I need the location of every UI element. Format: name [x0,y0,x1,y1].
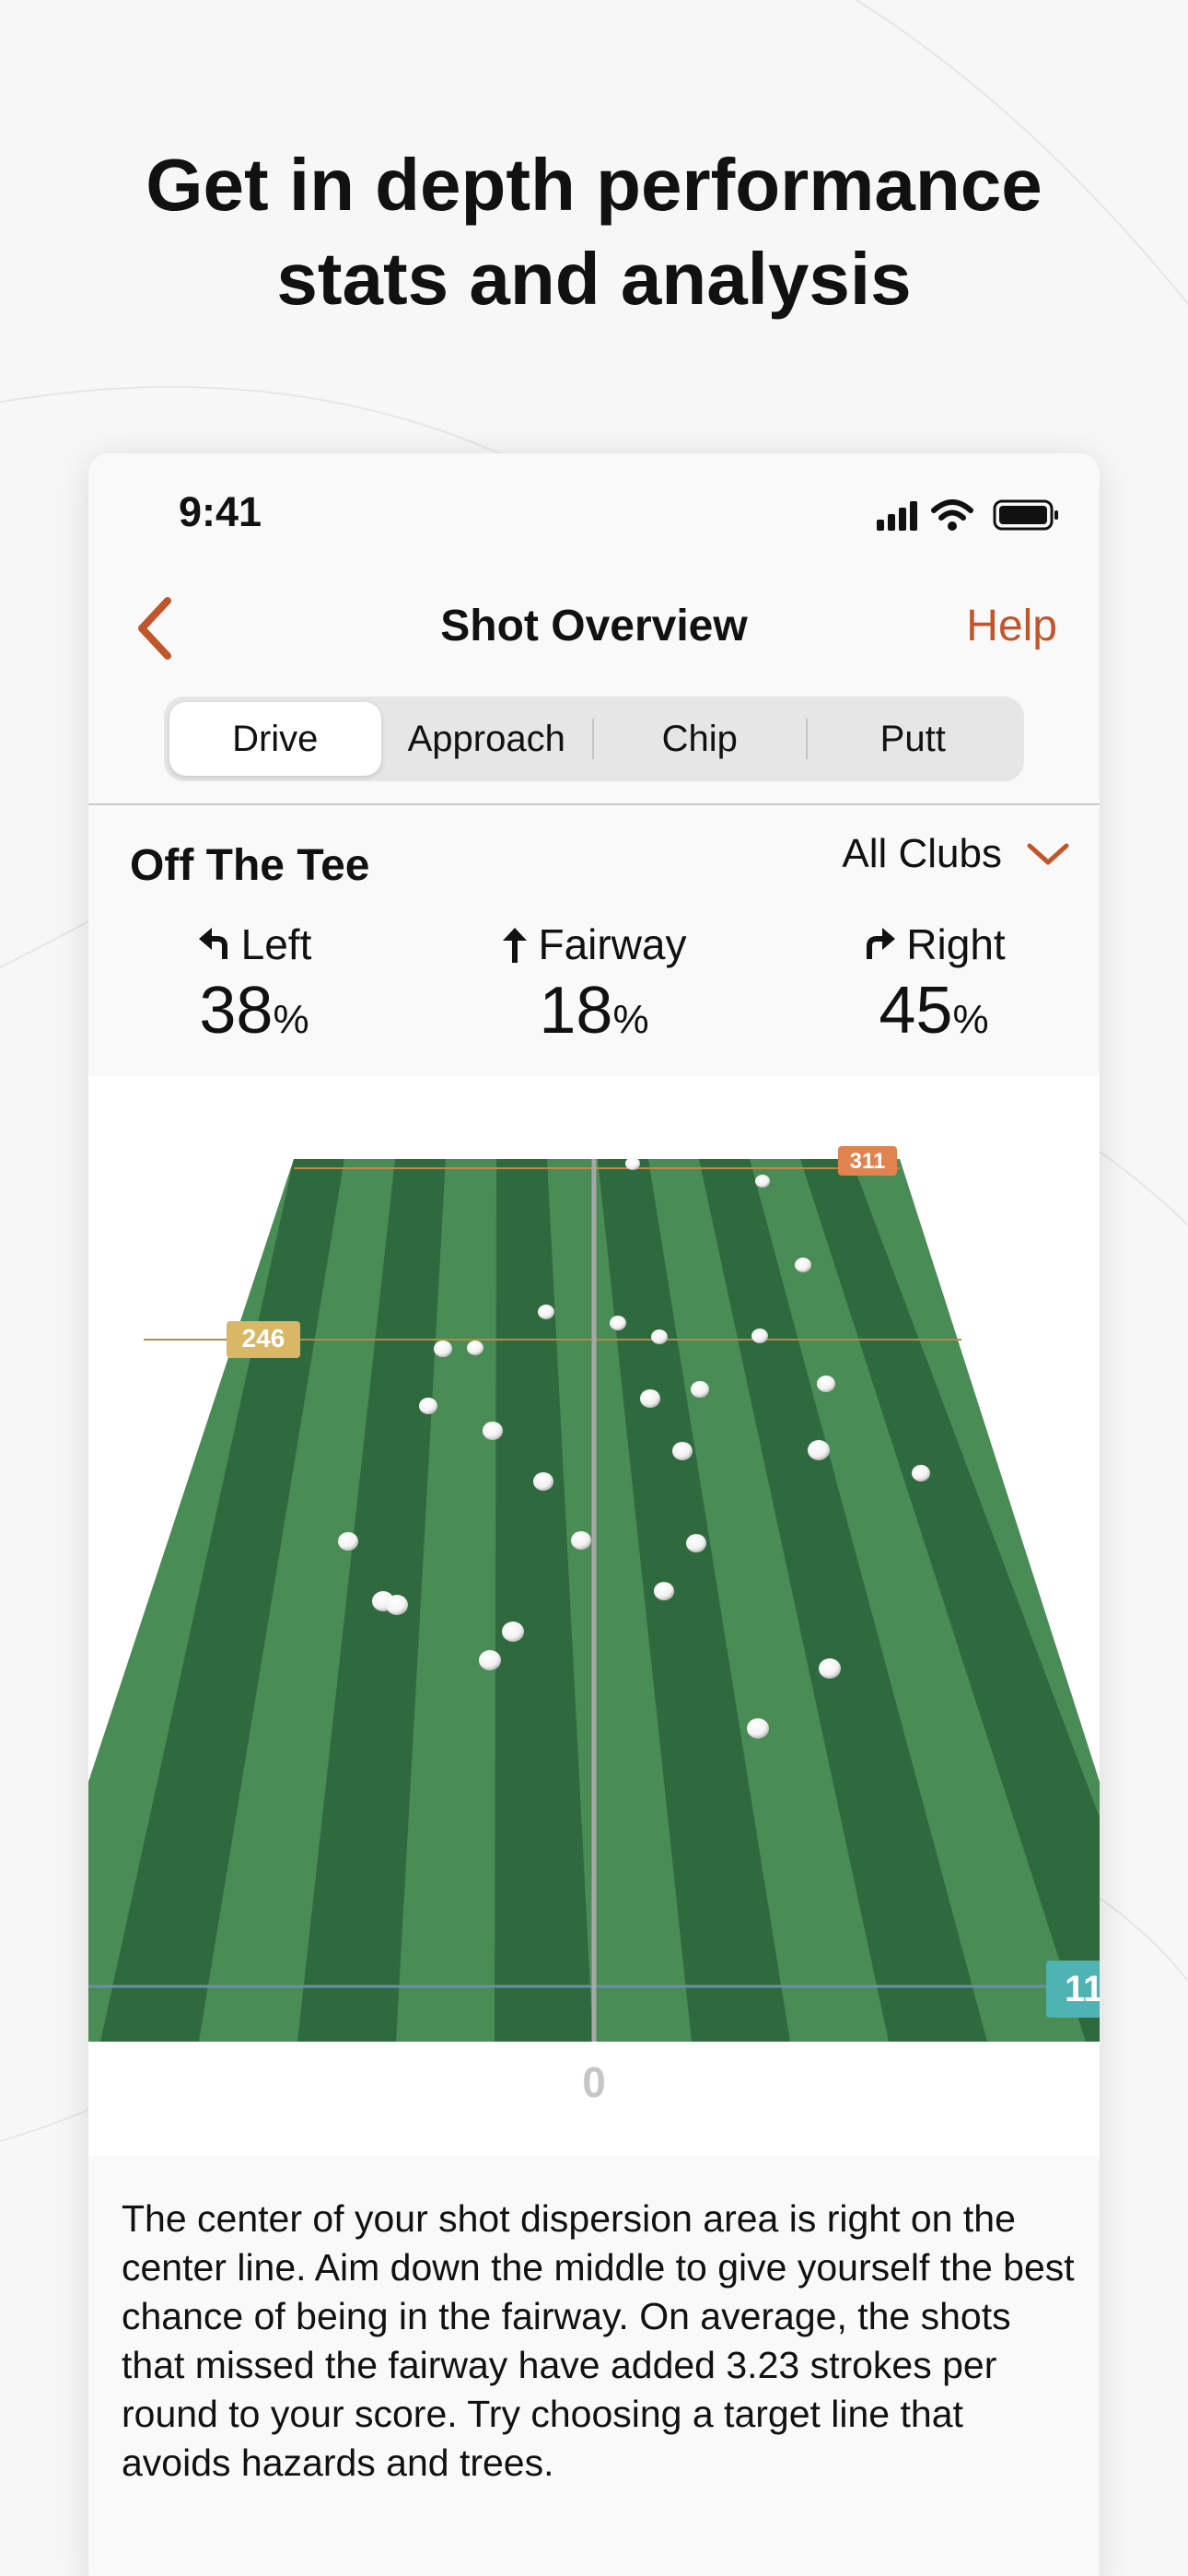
distance-marker-mid: 246 [227,1321,300,1358]
headline-line-2: stats and analysis [276,238,912,320]
page-headline: Get in depth performance stats and analy… [0,138,1188,326]
turn-left-arrow-icon [198,928,227,959]
status-time: 9:41 [179,488,262,535]
stat-left-value: 38 [199,974,274,1048]
stat-right-value: 45 [879,974,953,1048]
stat-right: Right 45% [796,919,1072,1048]
up-arrow-icon [503,928,528,963]
chevron-down-icon [1027,843,1069,865]
stat-fairway: Fairway 18% [456,919,732,1048]
stat-right-unit: % [952,997,989,1042]
fairway-graphic: 311 246 11 0 [88,1146,1100,2106]
turn-right-arrow-icon [867,928,896,959]
stat-fairway-label: Fairway [538,920,687,968]
distance-mid-label: 246 [242,1324,285,1352]
stat-fairway-value: 18 [539,974,613,1048]
center-line-label: 0 [582,2058,606,2106]
distance-near-label: 11 [1065,1969,1100,2009]
battery-icon [993,499,1058,531]
wifi-icon [931,499,973,531]
stat-left-unit: % [273,997,309,1042]
help-button[interactable]: Help [966,601,1057,651]
headline-line-1: Get in depth performance [146,144,1042,226]
club-filter-dropdown[interactable]: All Clubs [842,831,1070,877]
stat-left: Left 38% [116,919,392,1048]
screen-title: Shot Overview [440,602,748,650]
shot-dispersion-view: 311 246 11 0 [88,1076,1100,2156]
distance-marker-far: 311 [838,1146,897,1176]
phone-screen: 9:41 Shot Overview Help Drive Approach C… [88,453,1100,2576]
insight-text: The center of your shot dispersion area … [122,2197,1075,2484]
stat-left-label: Left [240,920,312,968]
stat-fairway-unit: % [612,997,649,1042]
section-title: Off The Tee [130,841,370,890]
club-filter-label: All Clubs [842,831,1002,876]
stat-right-label: Right [906,920,1006,968]
tab-putt[interactable]: Putt [808,702,1019,776]
distance-marker-near: 11 [1046,1961,1100,2018]
distance-far-label: 311 [850,1149,886,1174]
status-icons [877,499,1058,531]
tab-approach[interactable]: Approach [381,702,593,776]
shot-type-tabs: Drive Approach Chip Putt [164,697,1024,781]
header-divider [88,803,1100,805]
signal-icon [877,501,917,531]
tab-chip[interactable]: Chip [594,702,806,776]
tab-drive[interactable]: Drive [169,702,381,776]
